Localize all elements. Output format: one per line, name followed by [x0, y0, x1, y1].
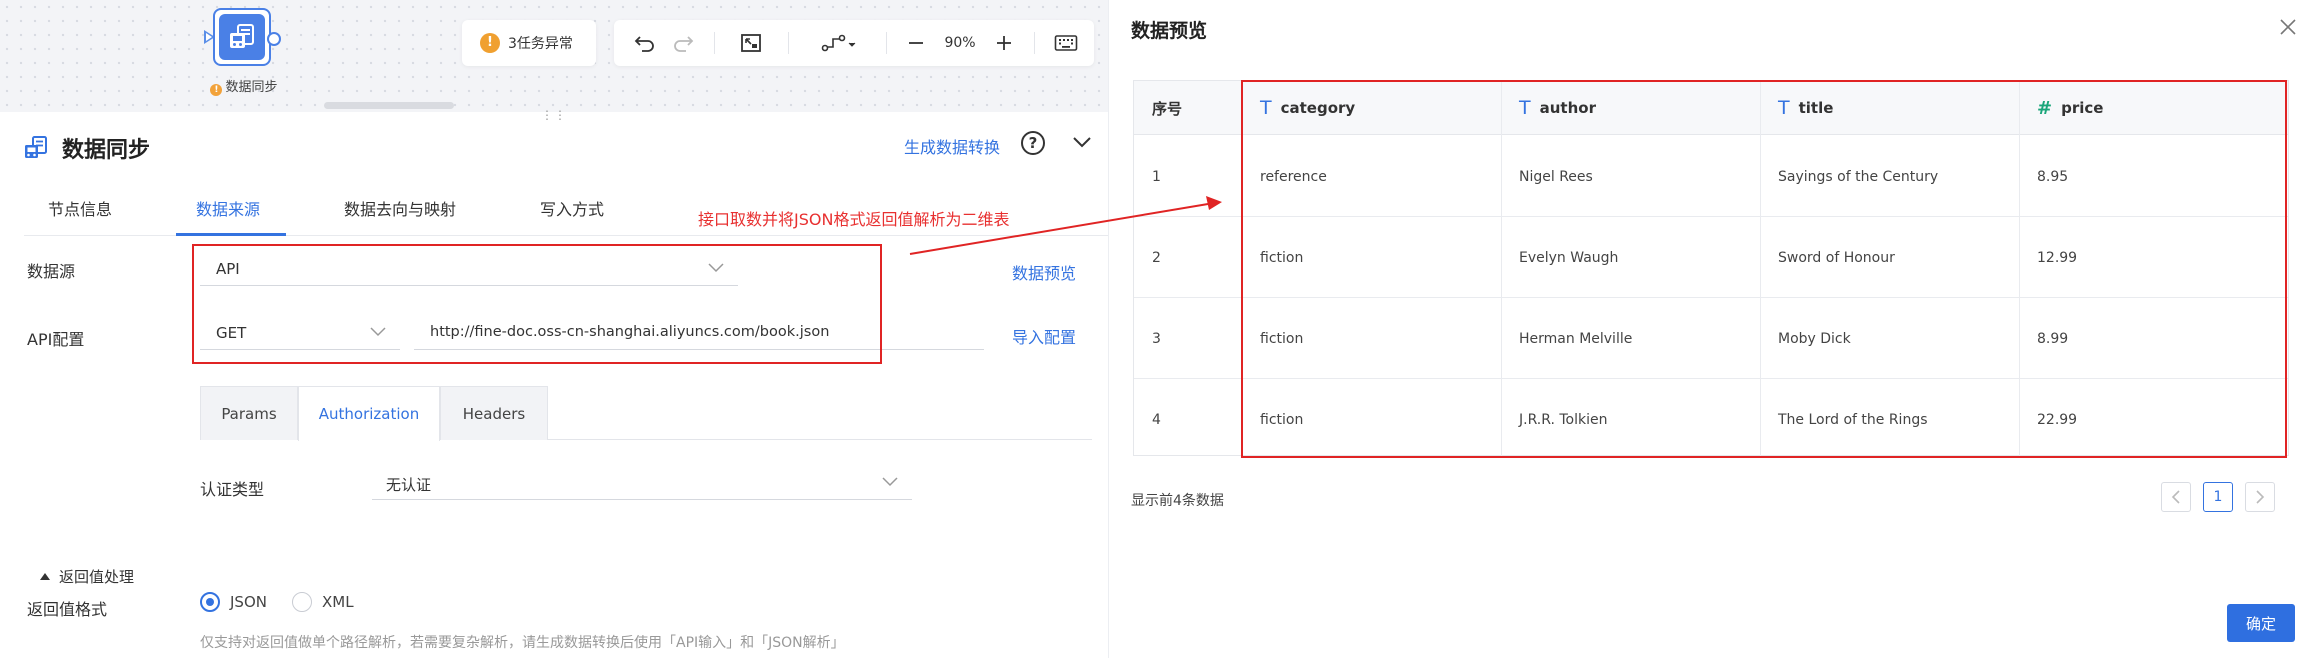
data-sync-node[interactable]: ! 数据同步 — [196, 6, 292, 98]
table-cell: 3 — [1152, 330, 1161, 347]
tab-write-mode[interactable]: 写入方式 — [540, 196, 604, 220]
chevron-down-icon[interactable] — [1072, 135, 1092, 153]
data-sync-icon — [219, 14, 265, 60]
radio-json[interactable]: JSON — [200, 592, 267, 612]
zoom-level: 90% — [944, 35, 976, 51]
request-subtabs: Params Authorization Headers — [200, 386, 1092, 441]
task-alert-label: 3任务异常 — [508, 36, 573, 52]
annotation-highlight-box — [192, 244, 882, 364]
subtab-params[interactable]: Params — [200, 386, 298, 440]
close-icon[interactable] — [2279, 18, 2297, 40]
page-number-button[interactable]: 1 — [2203, 482, 2233, 512]
warning-icon: ! — [480, 33, 500, 53]
undo-icon[interactable] — [628, 20, 662, 66]
task-alert-button[interactable]: ! 3任务异常 — [462, 20, 596, 66]
panel-title-text: 数据同步 — [62, 138, 151, 163]
active-tab-indicator — [176, 233, 286, 236]
canvas-toolbar: 90% — [614, 20, 1094, 66]
connector-style-icon[interactable] — [810, 20, 870, 66]
chevron-down-icon — [882, 477, 898, 487]
data-preview-panel: 数据预览 序号 Tcategory Tauthor Ttitle # price … — [1108, 0, 2316, 658]
help-icon[interactable]: ? — [1021, 131, 1045, 155]
column-header-index[interactable]: 序号 — [1152, 81, 1182, 135]
return-format-label: 返回值格式 — [27, 600, 108, 619]
data-sync-icon — [25, 136, 47, 158]
radio-selected-icon — [200, 592, 220, 612]
return-value-hint: 仅支持对返回值做单个路径解析，若需要复杂解析，请生成数据转换后使用「API输入」… — [200, 635, 845, 651]
annotation-text: 接口取数并将JSON格式返回值解析为二维表 — [698, 210, 1010, 229]
datasource-label: 数据源 — [27, 262, 76, 281]
row-count-text: 显示前4条数据 — [1131, 493, 1224, 509]
tab-data-target-mapping[interactable]: 数据去向与映射 — [344, 196, 456, 220]
next-page-icon[interactable] — [2245, 482, 2275, 512]
canvas-scrollbar[interactable] — [324, 102, 454, 109]
node-output-port[interactable] — [267, 32, 281, 46]
api-config-label: API配置 — [27, 330, 85, 349]
zoom-in-icon[interactable] — [986, 20, 1022, 66]
auth-type-value: 无认证 — [386, 476, 432, 494]
fit-view-icon[interactable] — [728, 20, 774, 66]
generate-transform-link[interactable]: 生成数据转换 — [904, 134, 1000, 158]
subtab-headers[interactable]: Headers — [440, 386, 548, 440]
annotation-highlight-box — [1241, 80, 2287, 458]
panel-resize-handle[interactable]: ⋮⋮ — [541, 109, 567, 121]
zoom-out-icon[interactable] — [898, 20, 934, 66]
panel-title: 数据同步 — [24, 132, 150, 164]
auth-type-label: 认证类型 — [200, 480, 265, 499]
keyboard-icon[interactable] — [1046, 20, 1086, 66]
tab-node-info[interactable]: 节点信息 — [48, 196, 112, 220]
warning-icon: ! — [210, 84, 223, 96]
table-cell: 1 — [1152, 168, 1161, 185]
auth-type-select[interactable]: 无认证 — [372, 468, 912, 500]
flow-canvas[interactable]: ! 数据同步 ! 3任务异常 90% — [0, 0, 1108, 112]
caret-up-icon — [40, 573, 50, 580]
table-cell: 4 — [1152, 411, 1161, 428]
confirm-button[interactable]: 确定 — [2227, 604, 2295, 642]
data-preview-link[interactable]: 数据预览 — [1012, 260, 1076, 284]
node-label: ! 数据同步 — [196, 76, 292, 96]
node-card[interactable] — [213, 8, 271, 66]
return-value-section-toggle[interactable]: 返回值处理 — [40, 566, 134, 587]
radio-xml[interactable]: XML — [292, 592, 354, 612]
table-cell: 2 — [1152, 249, 1161, 266]
redo-icon[interactable] — [666, 20, 700, 66]
tab-data-source[interactable]: 数据来源 — [196, 196, 260, 220]
preview-title: 数据预览 — [1131, 20, 1208, 42]
import-config-link[interactable]: 导入配置 — [1012, 324, 1076, 348]
radio-empty-icon — [292, 592, 312, 612]
subtab-authorization[interactable]: Authorization — [298, 386, 440, 441]
prev-page-icon[interactable] — [2161, 482, 2191, 512]
